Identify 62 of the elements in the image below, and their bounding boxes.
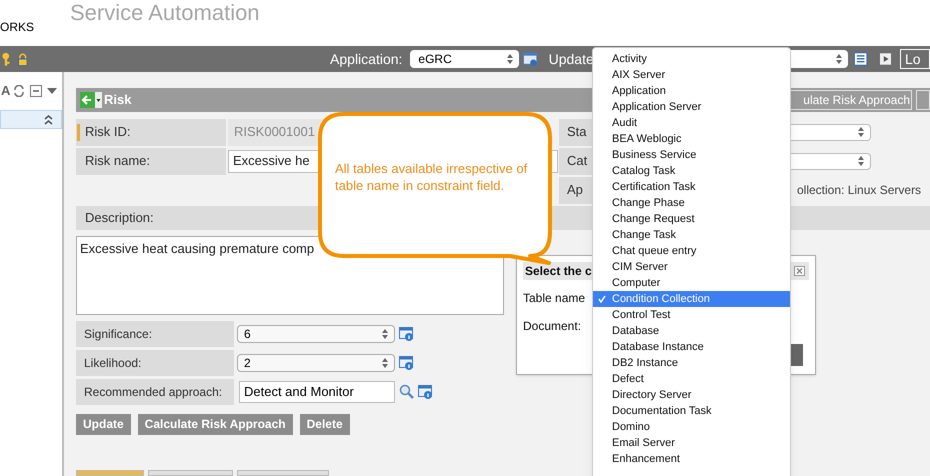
select-field[interactable]: 6 xyxy=(237,324,395,343)
dropdown-item[interactable]: Change Request xyxy=(593,211,790,227)
checkmark-icon xyxy=(598,295,606,303)
back-arrow-icon[interactable] xyxy=(80,92,102,108)
info-icon[interactable] xyxy=(399,326,413,342)
dropdown-item[interactable]: Computer xyxy=(593,275,790,291)
settings-icon[interactable] xyxy=(523,51,539,67)
dropdown-item[interactable]: Chat queue entry xyxy=(593,243,790,259)
dropdown-item[interactable]: Database Instance xyxy=(593,339,790,355)
field-label: Likelihood: xyxy=(76,350,234,376)
panel-title: Risk xyxy=(104,91,132,110)
dropdown-item[interactable]: Directory Server xyxy=(593,387,790,403)
dropdown-item[interactable]: Activity xyxy=(593,51,790,67)
caret-icon[interactable] xyxy=(47,88,58,94)
callout-text: All tables available irrespective of table name in constraint field. xyxy=(335,160,528,194)
select-arrows-icon xyxy=(507,54,514,64)
dropdown-item[interactable]: Defect xyxy=(593,371,790,387)
field-value: ollection: Linux Servers xyxy=(796,182,922,200)
select-arrows-icon xyxy=(858,156,864,166)
toolbar-glyph[interactable]: A xyxy=(1,81,10,101)
application-label: Application: xyxy=(330,50,402,69)
update-label: Update xyxy=(548,50,594,69)
close-icon[interactable] xyxy=(794,266,805,276)
dropdown-item[interactable]: Condition Collection xyxy=(593,291,790,307)
dropdown-item[interactable]: AIX Server xyxy=(593,67,790,83)
dropdown-item[interactable]: Control Test xyxy=(593,307,790,323)
search-icon[interactable] xyxy=(399,384,414,400)
field-label: Risk name: xyxy=(76,148,226,175)
application-select[interactable]: eGRC xyxy=(410,50,520,68)
tree-item[interactable] xyxy=(0,110,62,129)
dropdown-item[interactable]: Domino xyxy=(593,419,790,435)
field-label: Recommended approach: xyxy=(76,378,234,405)
refresh-icon[interactable] xyxy=(13,85,26,97)
play-icon[interactable] xyxy=(880,53,891,65)
select-arrows-icon xyxy=(382,358,388,368)
dialog-title: Select the c xyxy=(525,263,592,280)
field-label: Significance: xyxy=(76,320,234,347)
double-chevron-icon xyxy=(44,114,53,124)
dropdown-item[interactable]: Documentation Task xyxy=(593,403,790,419)
list-icon[interactable] xyxy=(854,52,868,66)
info-icon[interactable] xyxy=(399,355,413,370)
dropdown-item[interactable]: Database xyxy=(593,323,790,339)
lock-icon[interactable] xyxy=(18,52,28,66)
header-button[interactable] xyxy=(916,90,930,110)
dropdown-item[interactable]: CIM Server xyxy=(593,259,790,275)
collapse-icon[interactable] xyxy=(30,85,42,97)
page-title: Service Automation xyxy=(70,0,260,27)
input-field[interactable]: Detect and Monitor xyxy=(239,380,395,403)
key-icon[interactable] xyxy=(1,52,11,66)
select-arrows-icon xyxy=(858,127,864,138)
document-label: Document: xyxy=(523,318,582,335)
info-icon[interactable] xyxy=(418,384,432,400)
dropdown-item[interactable]: Enhancement xyxy=(593,451,790,467)
dropdown-item[interactable]: DB2 Instance xyxy=(593,355,790,371)
logout-button[interactable]: Lo xyxy=(900,49,930,69)
field-label: Risk ID: xyxy=(76,118,226,146)
select-field[interactable]: 2 xyxy=(237,354,395,372)
logo-text: ORKS xyxy=(0,19,34,36)
table-name-label: Table name xyxy=(523,290,586,307)
select-arrows-icon xyxy=(382,328,388,339)
select-arrows-icon xyxy=(836,54,842,64)
dropdown-item[interactable]: Email Server xyxy=(593,435,790,451)
